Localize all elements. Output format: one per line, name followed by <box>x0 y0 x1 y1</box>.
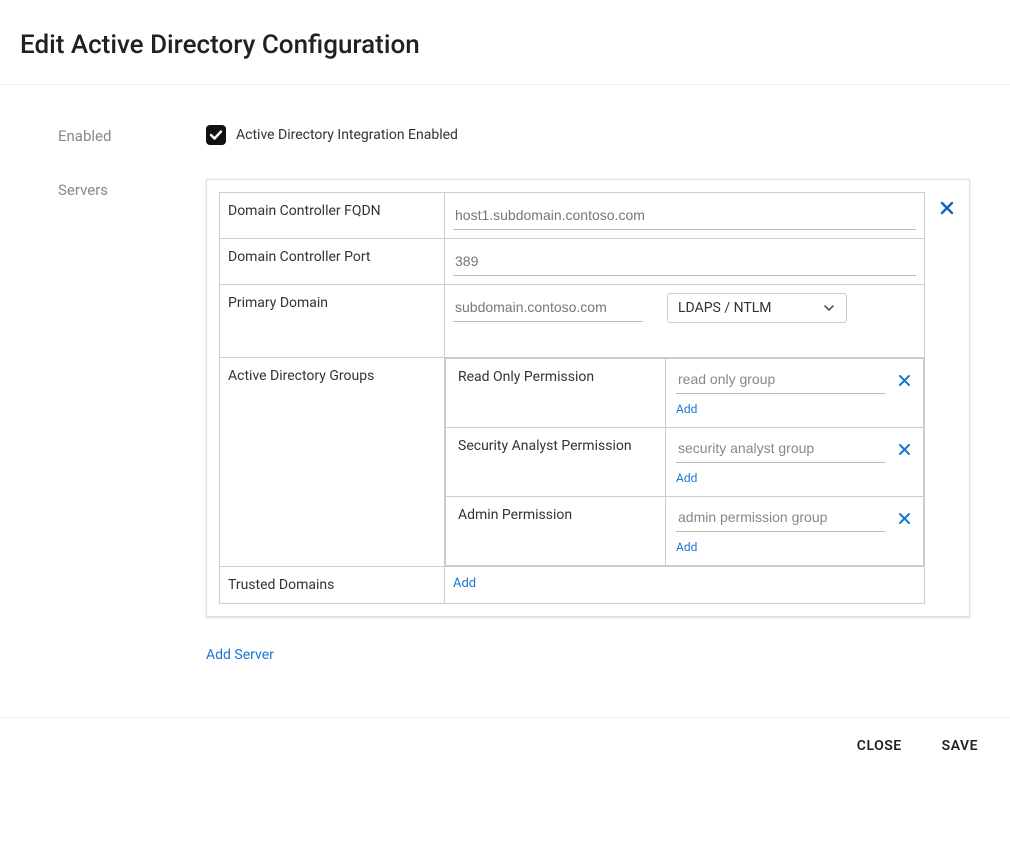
close-button[interactable]: CLOSE <box>857 738 902 754</box>
save-button[interactable]: SAVE <box>942 738 978 754</box>
close-icon <box>898 374 911 387</box>
page-title: Edit Active Directory Configuration <box>0 0 1010 84</box>
add-trusted-domain-link[interactable]: Add <box>453 576 476 591</box>
fqdn-input[interactable] <box>453 201 916 230</box>
perm-security-analyst-label: Security Analyst Permission <box>446 428 666 496</box>
servers-label: Servers <box>58 179 206 199</box>
primary-domain-input[interactable] <box>453 293 643 322</box>
remove-security-analyst-group-button[interactable] <box>895 441 913 459</box>
fqdn-label: Domain Controller FQDN <box>220 193 445 238</box>
read-only-group-input[interactable] <box>676 367 885 394</box>
ad-groups-label: Active Directory Groups <box>220 358 445 566</box>
admin-group-input[interactable] <box>676 505 885 532</box>
trusted-domains-label: Trusted Domains <box>220 567 445 603</box>
enabled-label: Enabled <box>58 125 206 145</box>
delete-server-button[interactable] <box>937 200 957 216</box>
enabled-checkbox-label: Active Directory Integration Enabled <box>236 127 458 143</box>
close-icon <box>898 512 911 525</box>
add-admin-group-link[interactable]: Add <box>676 540 697 554</box>
close-icon <box>939 200 955 216</box>
primary-domain-label: Primary Domain <box>220 285 445 357</box>
port-input[interactable] <box>453 247 916 276</box>
remove-read-only-group-button[interactable] <box>895 372 913 390</box>
auth-method-value: LDAPS / NTLM <box>678 300 772 316</box>
server-card: Domain Controller FQDN Domain Controller… <box>206 179 970 617</box>
chevron-down-icon <box>822 301 836 315</box>
checkmark-icon <box>209 128 223 142</box>
perm-admin-label: Admin Permission <box>446 497 666 565</box>
enabled-checkbox[interactable] <box>206 125 226 145</box>
port-label: Domain Controller Port <box>220 239 445 284</box>
add-security-analyst-group-link[interactable]: Add <box>676 471 697 485</box>
add-server-link[interactable]: Add Server <box>206 647 274 663</box>
auth-method-select[interactable]: LDAPS / NTLM <box>667 293 847 323</box>
add-read-only-group-link[interactable]: Add <box>676 402 697 416</box>
perm-read-only-label: Read Only Permission <box>446 359 666 427</box>
close-icon <box>898 443 911 456</box>
remove-admin-group-button[interactable] <box>895 510 913 528</box>
security-analyst-group-input[interactable] <box>676 436 885 463</box>
